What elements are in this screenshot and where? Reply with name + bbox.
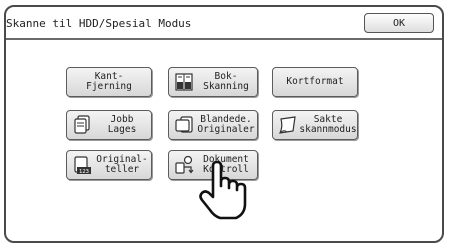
original-counter-label: Original- teller — [96, 154, 148, 175]
counter-icon: 123 — [71, 154, 93, 176]
curled-page-icon — [277, 114, 299, 136]
stacked-pages-icon — [71, 114, 93, 136]
mixed-pages-icon — [173, 114, 195, 136]
card-format-button[interactable]: Kortformat — [272, 67, 358, 97]
book-scan-button[interactable]: Bok- Skanning — [168, 67, 258, 97]
dialog-title: Skanne til HDD/Spesial Modus — [6, 17, 192, 30]
mixed-originals-button[interactable]: Blandede. Originaler — [168, 110, 258, 140]
hand-pointer-icon — [196, 160, 256, 224]
ok-button[interactable]: OK — [364, 13, 434, 33]
slow-scan-label: Sakte skannmodus — [299, 114, 357, 135]
book-scan-icon — [173, 71, 195, 93]
original-counter-button[interactable]: 123 Original- teller — [66, 150, 152, 180]
edge-erase-label: Kant- Fjerning — [86, 71, 132, 92]
book-scan-label: Bok- Skanning — [203, 71, 249, 92]
card-format-label: Kortformat — [286, 76, 344, 87]
slow-scan-button[interactable]: Sakte skannmodus — [272, 110, 358, 140]
mixed-originals-label: Blandede. Originaler — [197, 114, 255, 135]
document-control-icon — [173, 154, 195, 176]
job-build-label: Jobb Lages — [107, 114, 137, 135]
edge-erase-button[interactable]: Kant- Fjerning — [66, 67, 152, 97]
job-build-button[interactable]: Jobb Lages — [66, 110, 152, 140]
svg-text:123: 123 — [79, 169, 89, 175]
